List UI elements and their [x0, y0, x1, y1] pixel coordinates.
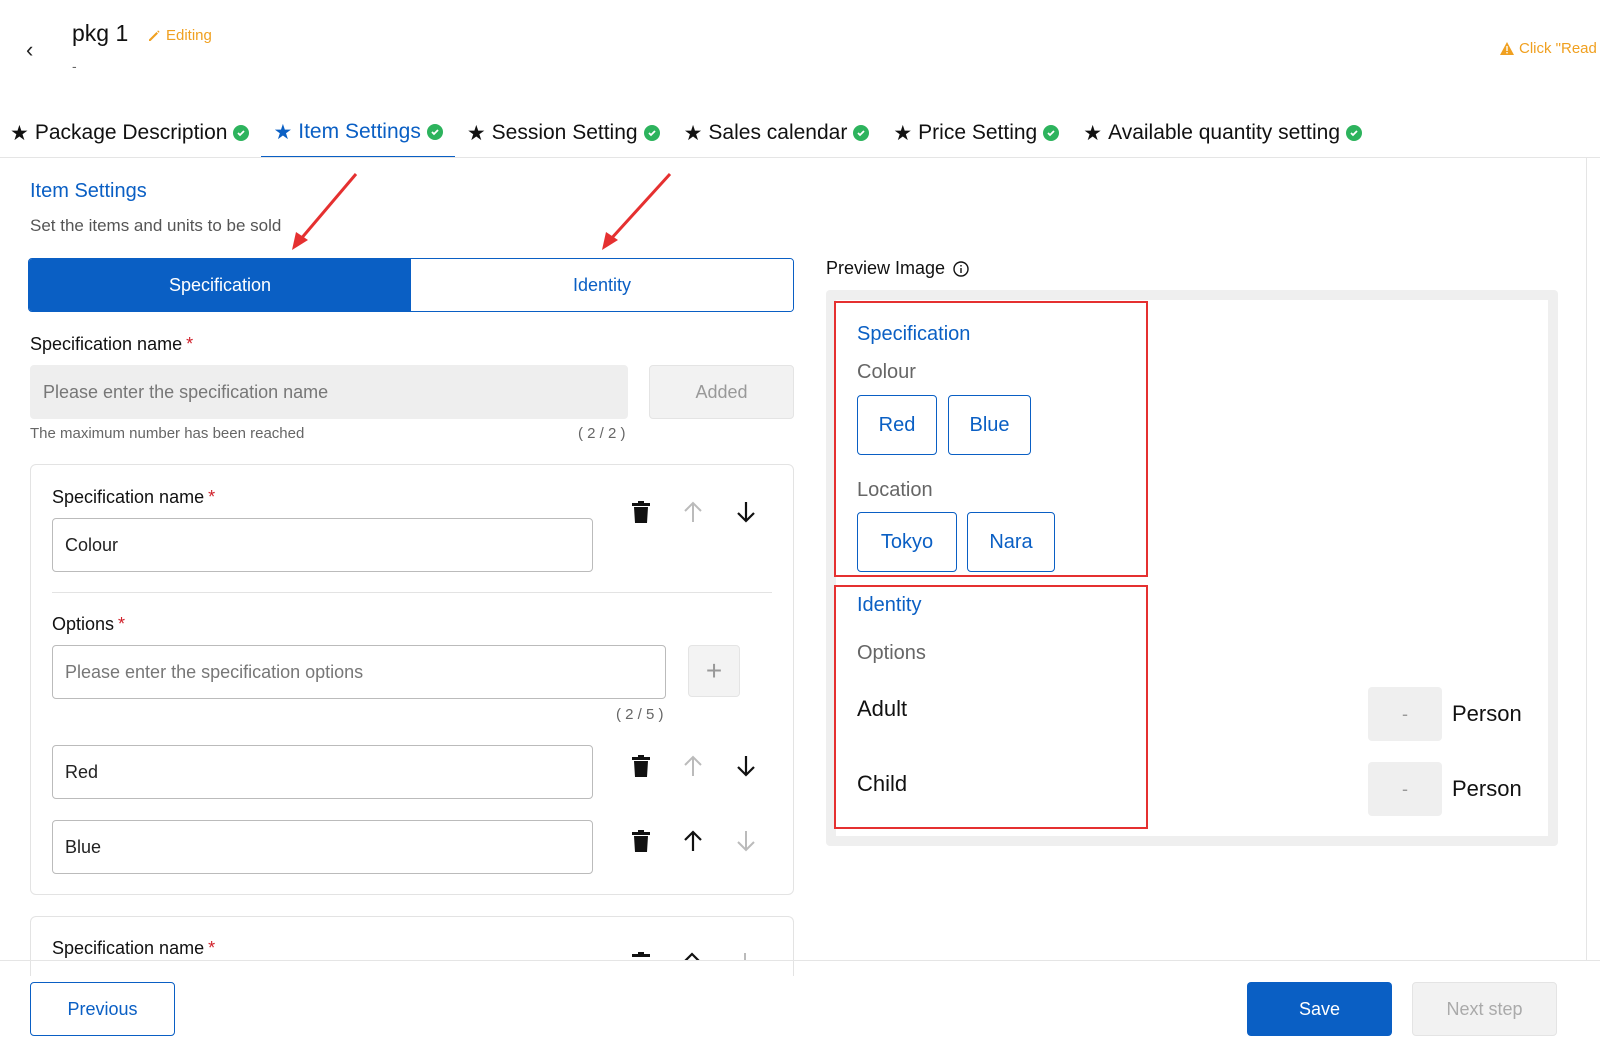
info-icon	[953, 260, 969, 277]
page-title: pkg 1	[72, 20, 129, 46]
preview-group-location: Location	[857, 479, 933, 501]
check-circle-icon	[1043, 125, 1060, 141]
star-icon: ★	[893, 121, 913, 145]
scrollbar-track[interactable]	[1586, 158, 1587, 960]
chevron-left-icon: ‹	[26, 37, 34, 62]
star-icon: ★	[466, 121, 486, 145]
spec-count: ( 2 / 2 )	[578, 425, 626, 442]
arrow-up-icon[interactable]	[681, 829, 705, 853]
adult-unit-label: Person	[1452, 701, 1522, 726]
step-tabs: ★ Package Description ★ Item Settings ★ …	[10, 108, 1374, 158]
trash-icon[interactable]	[629, 754, 653, 778]
check-circle-icon	[1346, 125, 1362, 141]
max-reached-hint: The maximum number has been reached	[30, 425, 305, 442]
arrow-up-icon[interactable]	[681, 500, 705, 524]
arrow-up-icon	[684, 952, 700, 960]
arrow-down-icon	[744, 953, 746, 960]
preview-identity-title: Identity	[857, 594, 922, 616]
added-button[interactable]: Added	[649, 365, 794, 419]
options-count: ( 2 / 5 )	[616, 706, 664, 723]
preview-chip-red[interactable]: Red	[857, 395, 937, 455]
identity-toggle-button[interactable]: Identity	[411, 259, 793, 311]
back-button[interactable]: ‹	[26, 38, 46, 62]
tabs-divider	[0, 157, 1600, 158]
editing-status: Editing	[147, 27, 212, 44]
warning-icon	[1500, 42, 1514, 55]
trash-icon[interactable]	[629, 500, 653, 524]
section-title: Item Settings	[30, 180, 147, 202]
check-circle-icon	[233, 125, 250, 141]
preview-chip-tokyo[interactable]: Tokyo	[857, 512, 957, 572]
tab-label: Package Description	[34, 121, 228, 144]
mode-toggle: Specification Identity	[28, 258, 794, 312]
check-circle-icon	[643, 125, 660, 141]
child-unit-label: Person	[1452, 776, 1522, 801]
spec-card-name-input[interactable]: Colour	[52, 518, 593, 572]
annotation-arrows	[292, 172, 672, 250]
notice-link[interactable]: Click "Read	[1500, 40, 1597, 57]
tab-price-setting[interactable]: ★ Price Setting	[881, 108, 1071, 158]
spec-card-2-name-label: Specification name *	[52, 938, 216, 958]
tab-package-description[interactable]: ★ Package Description	[10, 108, 261, 158]
arrow-down-icon[interactable]	[734, 500, 758, 524]
editing-label: Editing	[166, 27, 212, 44]
card-divider	[52, 592, 772, 593]
options-input[interactable]: Please enter the specification options	[52, 645, 666, 699]
page-subtitle: -	[72, 58, 77, 74]
preview-chip-blue[interactable]: Blue	[948, 395, 1031, 455]
tab-label: Item Settings	[298, 120, 421, 143]
star-icon: ★	[683, 121, 703, 145]
tab-label: Sales calendar	[708, 121, 848, 144]
add-option-button[interactable]: +	[688, 645, 740, 697]
tab-label: Available quantity setting	[1108, 121, 1340, 144]
tab-session-setting[interactable]: ★ Session Setting	[455, 108, 672, 158]
tab-available-quantity-setting[interactable]: ★ Available quantity setting	[1071, 108, 1374, 158]
star-icon: ★	[273, 120, 293, 144]
star-icon: ★	[10, 121, 29, 145]
preview-group-colour: Colour	[857, 361, 916, 383]
preview-chip-nara[interactable]: Nara	[967, 512, 1055, 572]
preview-identity-adult: Adult	[857, 696, 908, 721]
preview-identity-options-label: Options	[857, 642, 926, 664]
section-subtitle: Set the items and units to be sold	[30, 216, 282, 235]
footer-divider	[0, 960, 1600, 961]
trash-icon	[632, 952, 650, 957]
spec-card-2-actions	[629, 952, 769, 960]
preview-identity-child: Child	[857, 771, 908, 796]
trash-icon[interactable]	[629, 829, 653, 853]
specification-toggle-button[interactable]: Specification	[29, 259, 411, 311]
check-circle-icon	[853, 125, 870, 141]
spec-name-label: Specification name *	[30, 334, 194, 354]
preview-specification-title: Specification	[857, 323, 971, 345]
preview-image-label: Preview Image	[826, 258, 969, 279]
adult-qty-button[interactable]: -	[1368, 687, 1442, 741]
pencil-icon	[149, 29, 160, 41]
spec-name-input[interactable]: Please enter the specification name	[30, 365, 628, 419]
tab-label: Price Setting	[918, 121, 1038, 144]
options-label: Options *	[52, 614, 126, 634]
option-input-blue[interactable]: Blue	[52, 820, 593, 874]
arrow-down-icon[interactable]	[734, 829, 758, 853]
arrow-up-icon[interactable]	[681, 754, 705, 778]
save-button[interactable]: Save	[1247, 982, 1392, 1036]
notice-text: Click "Read	[1519, 40, 1597, 57]
child-qty-button[interactable]: -	[1368, 762, 1442, 816]
previous-button[interactable]: Previous	[30, 982, 175, 1036]
spec-card-name-label: Specification name *	[52, 487, 216, 507]
tab-sales-calendar[interactable]: ★ Sales calendar	[672, 108, 882, 158]
check-circle-icon	[426, 124, 443, 140]
next-step-button[interactable]: Next step	[1412, 982, 1557, 1036]
tab-label: Session Setting	[491, 121, 638, 144]
tab-item-settings[interactable]: ★ Item Settings	[261, 108, 455, 158]
arrow-down-icon[interactable]	[734, 754, 758, 778]
option-input-red[interactable]: Red	[52, 745, 593, 799]
star-icon: ★	[1083, 121, 1103, 145]
